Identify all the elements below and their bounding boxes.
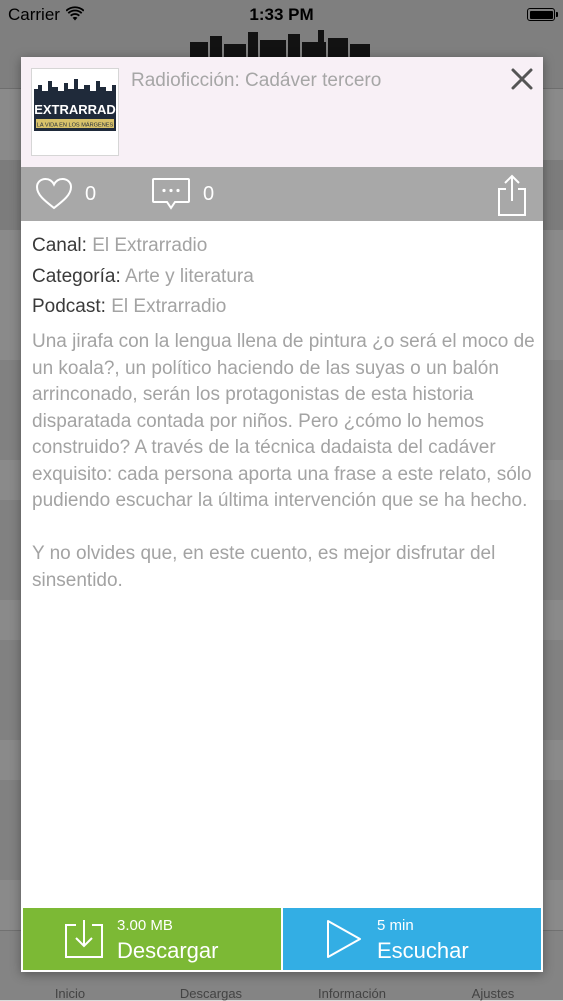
episode-description: Una jirafa con la lengua llena de pintur… [32,331,535,591]
clock: 1:33 PM [249,5,314,24]
meta-podcast: Podcast: El Extrarradio [32,292,532,323]
comment-button[interactable]: 0 [151,177,214,211]
meta-categoria-label: Categoría: [32,265,121,287]
meta-canal: Canal: El Extrarradio [32,231,532,262]
download-tray-icon [65,920,103,958]
listen-button[interactable]: 5 min Escuchar [283,908,541,970]
action-bar: 0 0 [21,167,543,221]
like-count: 0 [85,182,97,205]
thumbnail-subtitle: LA VIDA EN LOS MÁRGENES [37,122,114,129]
meta-podcast-value[interactable]: El Extrarradio [111,296,226,317]
download-size: 3.00 MB [117,917,173,934]
meta-canal-value[interactable]: El Extrarradio [92,235,207,256]
share-icon[interactable] [495,173,529,217]
status-bar: Carrier 1:33 PM [0,0,563,30]
episode-detail-modal: EXTRARRAD LA VIDA EN LOS MÁRGENES Radiof… [21,57,543,972]
comment-count: 0 [203,182,215,205]
download-label: Descargar [117,938,219,963]
meta-canal-label: Canal: [32,235,87,256]
podcast-thumbnail: EXTRARRAD LA VIDA EN LOS MÁRGENES [31,68,119,156]
listen-duration: 5 min [377,917,414,934]
like-button[interactable]: 0 [35,177,96,211]
episode-metadata: Canal: El Extrarradio Categoría: Arte y … [32,231,532,323]
episode-title: Radioficción: Cadáver tercero [131,70,382,91]
listen-label: Escuchar [377,938,469,963]
thumbnail-title: EXTRARRAD [34,102,116,117]
meta-categoria-value[interactable]: Arte y literatura [125,266,254,287]
heart-outline-icon [35,177,73,210]
play-icon [327,920,361,958]
meta-podcast-label: Podcast: [32,296,106,317]
download-button[interactable]: 3.00 MB Descargar [23,908,281,970]
modal-header: EXTRARRAD LA VIDA EN LOS MÁRGENES Radiof… [21,57,543,167]
speech-bubble-icon [152,178,190,210]
extrarradio-logo: EXTRARRAD LA VIDA EN LOS MÁRGENES [32,69,118,155]
meta-categoria: Categoría: Arte y literatura [32,262,532,293]
close-icon[interactable] [506,63,538,95]
battery-icon [527,8,558,21]
